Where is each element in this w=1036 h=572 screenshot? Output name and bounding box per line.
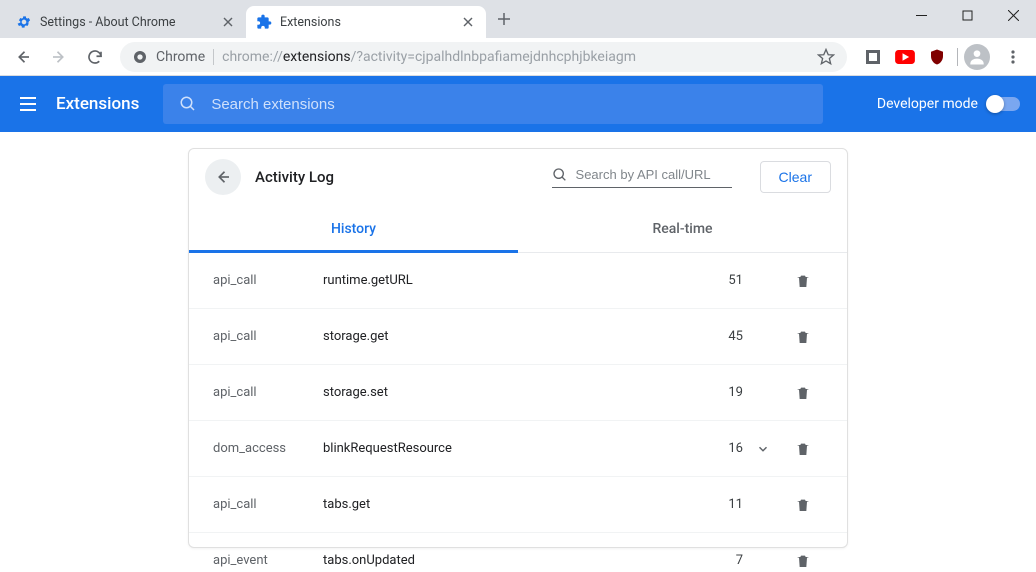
activity-name: tabs.get bbox=[323, 497, 703, 512]
close-window-button[interactable] bbox=[990, 0, 1036, 30]
trash-icon[interactable] bbox=[783, 441, 823, 457]
developer-mode: Developer mode bbox=[877, 96, 1020, 112]
activity-row[interactable]: dom_accessblinkRequestResource16 bbox=[189, 421, 847, 477]
extension-icon-generic[interactable] bbox=[859, 43, 887, 71]
activity-name: storage.set bbox=[323, 385, 703, 400]
card-title: Activity Log bbox=[255, 168, 334, 186]
tab-history[interactable]: History bbox=[189, 205, 518, 252]
trash-icon[interactable] bbox=[783, 385, 823, 401]
activity-row[interactable]: api_callstorage.set19 bbox=[189, 365, 847, 421]
maximize-button[interactable] bbox=[944, 0, 990, 30]
forward-button[interactable] bbox=[42, 42, 76, 72]
tab-realtime[interactable]: Real-time bbox=[518, 205, 847, 252]
tab-title: Extensions bbox=[280, 15, 452, 30]
browser-tab-extensions[interactable]: Extensions bbox=[246, 6, 486, 38]
activity-name: tabs.onUpdated bbox=[323, 553, 703, 568]
activity-row[interactable]: api_callruntime.getURL51 bbox=[189, 253, 847, 309]
activity-name: storage.get bbox=[323, 329, 703, 344]
activity-count: 51 bbox=[703, 273, 743, 288]
extensions-header: Extensions Developer mode bbox=[0, 76, 1036, 132]
activity-rows: api_callruntime.getURL51api_callstorage.… bbox=[189, 253, 847, 572]
card-header: Activity Log Clear bbox=[189, 149, 847, 205]
profile-avatar[interactable] bbox=[964, 44, 990, 70]
window-titlebar: Settings - About Chrome Extensions bbox=[0, 0, 1036, 38]
extension-icons bbox=[855, 43, 955, 71]
activity-count: 45 bbox=[703, 329, 743, 344]
developer-mode-toggle[interactable] bbox=[988, 97, 1020, 111]
chrome-origin-icon bbox=[132, 49, 148, 65]
page-title: Extensions bbox=[56, 94, 139, 114]
content-scroll[interactable]: Activity Log Clear History Real-time api… bbox=[0, 132, 1036, 572]
window-controls bbox=[898, 0, 1036, 30]
activity-type: api_call bbox=[213, 273, 323, 288]
browser-tabstrip: Settings - About Chrome Extensions bbox=[0, 0, 518, 38]
search-extensions-box[interactable] bbox=[163, 84, 823, 124]
activity-row[interactable]: api_eventtabs.onUpdated7 bbox=[189, 533, 847, 572]
tab-title: Settings - About Chrome bbox=[40, 15, 212, 30]
trash-icon[interactable] bbox=[783, 329, 823, 345]
minimize-button[interactable] bbox=[898, 0, 944, 30]
activity-count: 11 bbox=[703, 497, 743, 512]
trash-icon[interactable] bbox=[783, 553, 823, 569]
trash-icon[interactable] bbox=[783, 497, 823, 513]
bookmark-star-icon[interactable] bbox=[817, 48, 835, 66]
activity-row[interactable]: api_calltabs.get11 bbox=[189, 477, 847, 533]
back-button[interactable] bbox=[205, 159, 241, 195]
activity-count: 16 bbox=[703, 441, 743, 456]
reload-button[interactable] bbox=[78, 42, 112, 72]
gear-icon bbox=[16, 14, 32, 30]
activity-type: dom_access bbox=[213, 441, 323, 456]
hamburger-menu-icon[interactable] bbox=[16, 92, 40, 116]
activity-name: blinkRequestResource bbox=[323, 441, 703, 456]
close-icon[interactable] bbox=[220, 14, 236, 30]
clear-button[interactable]: Clear bbox=[760, 161, 831, 193]
menu-button[interactable] bbox=[996, 42, 1030, 72]
activity-type: api_call bbox=[213, 329, 323, 344]
activity-log-card: Activity Log Clear History Real-time api… bbox=[188, 148, 848, 548]
origin-label: Chrome bbox=[156, 49, 205, 65]
activity-count: 19 bbox=[703, 385, 743, 400]
search-icon bbox=[552, 167, 568, 183]
api-search-input[interactable] bbox=[576, 167, 732, 182]
browser-tab-settings[interactable]: Settings - About Chrome bbox=[6, 6, 246, 38]
search-extensions-input[interactable] bbox=[211, 96, 807, 113]
close-icon[interactable] bbox=[460, 14, 476, 30]
activity-name: runtime.getURL bbox=[323, 273, 703, 288]
activity-count: 7 bbox=[703, 553, 743, 568]
new-tab-button[interactable] bbox=[490, 5, 518, 33]
ublock-shield-icon[interactable] bbox=[923, 43, 951, 71]
address-bar[interactable]: Chrome chrome://extensions/?activity=cjp… bbox=[120, 42, 847, 72]
back-button[interactable] bbox=[6, 42, 40, 72]
activity-type: api_event bbox=[213, 553, 323, 568]
omnibox-separator bbox=[213, 49, 214, 65]
activity-tabs: History Real-time bbox=[189, 205, 847, 253]
youtube-icon[interactable] bbox=[891, 43, 919, 71]
expand-icon[interactable] bbox=[743, 442, 783, 456]
toolbar-separator bbox=[957, 48, 958, 66]
url-text: chrome://extensions/?activity=cjpalhdlnb… bbox=[222, 49, 809, 65]
activity-type: api_call bbox=[213, 497, 323, 512]
search-icon bbox=[179, 95, 197, 113]
activity-row[interactable]: api_callstorage.get45 bbox=[189, 309, 847, 365]
trash-icon[interactable] bbox=[783, 273, 823, 289]
puzzle-icon bbox=[256, 14, 272, 30]
api-search[interactable] bbox=[552, 167, 732, 188]
developer-mode-label: Developer mode bbox=[877, 96, 978, 112]
activity-type: api_call bbox=[213, 385, 323, 400]
browser-toolbar: Chrome chrome://extensions/?activity=cjp… bbox=[0, 38, 1036, 76]
